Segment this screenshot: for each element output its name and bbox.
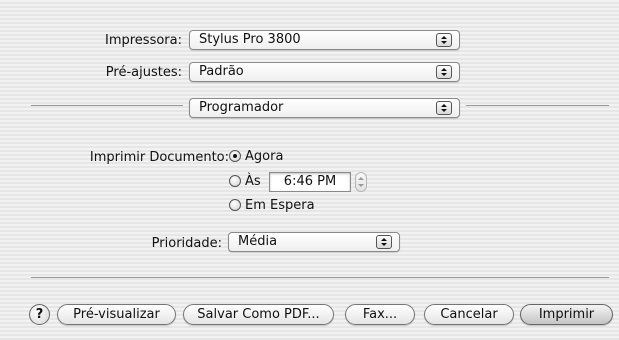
priority-label: Prioridade: [151, 236, 222, 251]
priority-popup[interactable]: Média [228, 232, 400, 252]
time-field[interactable]: 6:46 PM [269, 172, 351, 192]
radio-at-label: Às [245, 174, 261, 189]
popup-arrows-icon [436, 101, 452, 115]
popup-arrows-icon [376, 235, 392, 249]
preview-button[interactable]: Pré-visualizar [57, 304, 176, 325]
separator-left [31, 105, 183, 106]
printer-label: Impressora: [105, 33, 182, 48]
radio-now-label: Agora [245, 149, 284, 164]
popup-arrows-icon [436, 65, 452, 79]
radio-hold[interactable] [229, 199, 241, 211]
bottom-separator [31, 277, 609, 278]
printer-value: Stylus Pro 3800 [199, 32, 301, 47]
separator-right [466, 105, 609, 106]
popup-arrows-icon [436, 33, 452, 47]
printer-popup[interactable]: Stylus Pro 3800 [189, 30, 460, 50]
schedule-label: Imprimir Documento: [89, 150, 229, 165]
presets-popup[interactable]: Padrão [189, 62, 460, 82]
print-button[interactable]: Imprimir [520, 304, 613, 325]
presets-label: Pré-ajustes: [105, 65, 182, 80]
cancel-button[interactable]: Cancelar [424, 304, 514, 325]
fax-button[interactable]: Fax... [345, 304, 415, 325]
radio-now[interactable] [229, 150, 241, 162]
panel-popup[interactable]: Programador [189, 98, 460, 118]
radio-hold-label: Em Espera [245, 198, 315, 213]
help-button[interactable]: ? [29, 304, 50, 325]
panel-value: Programador [199, 100, 284, 115]
radio-at[interactable] [229, 175, 241, 187]
priority-value: Média [238, 234, 278, 249]
presets-value: Padrão [199, 64, 244, 79]
save-pdf-button[interactable]: Salvar Como PDF... [183, 304, 334, 325]
time-stepper[interactable] [355, 172, 367, 192]
